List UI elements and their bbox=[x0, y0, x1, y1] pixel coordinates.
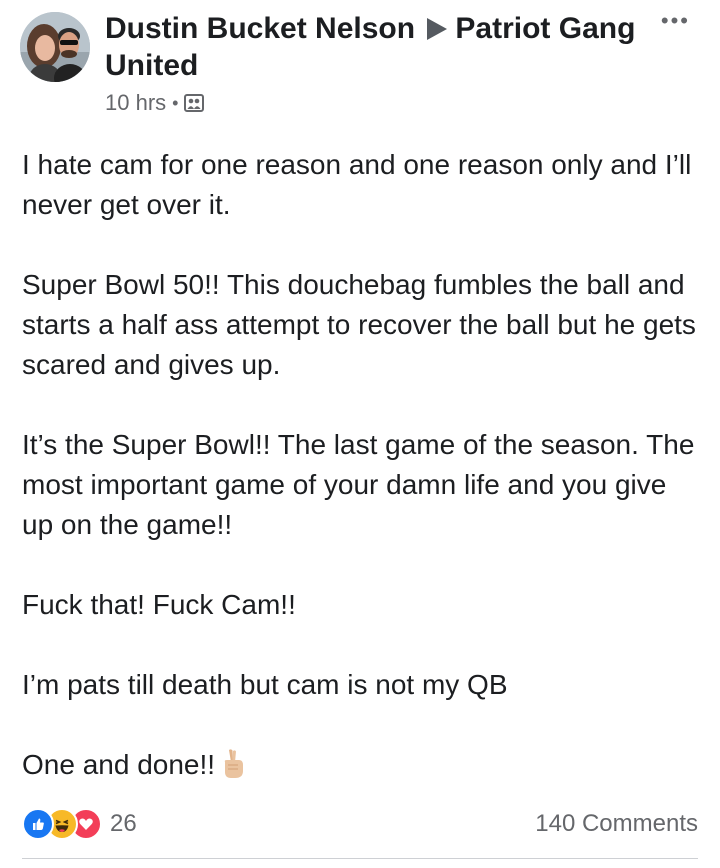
post-paragraph: It’s the Super Bowl!! The last game of t… bbox=[22, 429, 695, 540]
meta-separator: • bbox=[172, 92, 179, 113]
author-name[interactable]: Dustin Bucket Nelson bbox=[105, 12, 415, 45]
more-options-icon[interactable]: ••• bbox=[661, 10, 690, 32]
reactions-summary[interactable]: 26 bbox=[22, 808, 137, 840]
post-paragraph-text: One and done!! bbox=[22, 749, 216, 780]
post-paragraph-last: One and done!! bbox=[22, 745, 702, 785]
comments-count-link[interactable]: 140 Comments bbox=[535, 810, 698, 838]
avatar-photo-icon bbox=[20, 12, 90, 82]
author-avatar[interactable] bbox=[20, 12, 90, 82]
like-icon bbox=[22, 808, 54, 840]
post-body: I hate cam for one reason and one reason… bbox=[22, 145, 702, 785]
post-timestamp[interactable]: 10 hrs bbox=[105, 90, 166, 116]
reaction-count: 26 bbox=[110, 810, 137, 837]
author-line: Dustin Bucket Nelson Patriot Gang United bbox=[105, 10, 645, 84]
crossed-fingers-emoji-icon bbox=[224, 749, 244, 778]
post-footer: 26 140 Comments bbox=[22, 804, 698, 844]
shared-to-arrow-icon bbox=[427, 18, 448, 40]
post-header: Dustin Bucket Nelson Patriot Gang United… bbox=[105, 10, 645, 116]
post-meta: 10 hrs • bbox=[105, 90, 645, 116]
post-divider bbox=[22, 858, 698, 859]
group-audience-icon bbox=[184, 94, 205, 112]
feed-post: Dustin Bucket Nelson Patriot Gang United… bbox=[0, 0, 720, 868]
post-paragraph: Super Bowl 50!! This douchebag fumbles t… bbox=[22, 269, 696, 380]
post-paragraph: Fuck that! Fuck Cam!! bbox=[22, 589, 296, 620]
post-paragraph: I hate cam for one reason and one reason… bbox=[22, 149, 692, 220]
post-paragraph: I’m pats till death but cam is not my QB bbox=[22, 669, 508, 700]
